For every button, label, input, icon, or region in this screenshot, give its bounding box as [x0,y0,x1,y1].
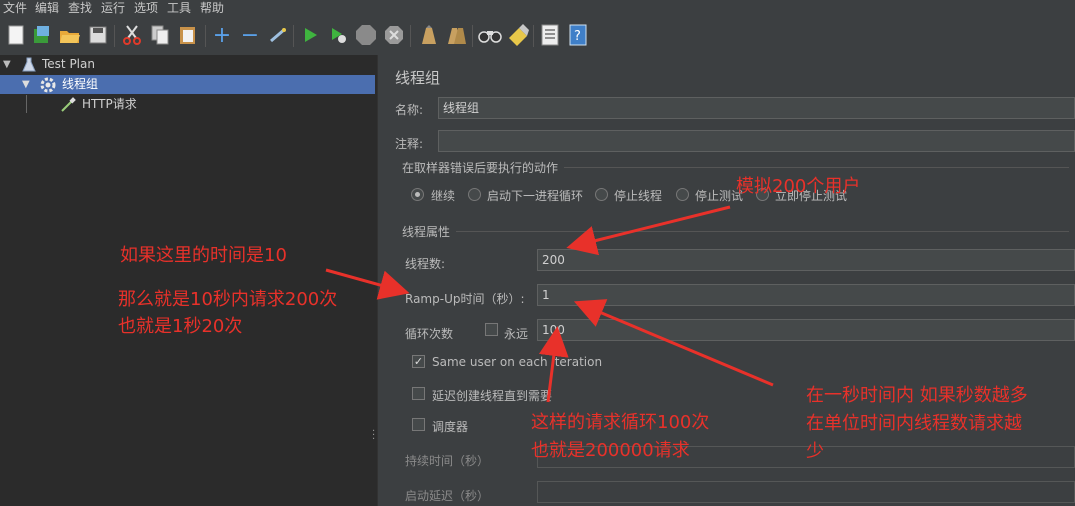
comment-field[interactable] [438,130,1075,152]
open-icon[interactable] [58,23,82,47]
loop-label: 循环次数 [405,327,454,341]
thread-props-title: 线程属性 [402,225,451,239]
name-label: 名称: [395,103,424,117]
annotation-if-time: 如果这里的时间是10 [120,245,287,266]
templates-icon[interactable] [30,23,54,47]
new-icon[interactable] [4,23,28,47]
forever-checkbox[interactable] [485,323,498,336]
toolbar-separator [114,25,115,47]
radio-label: 继续 [431,189,456,203]
chevron-down-icon[interactable]: ▼ [22,75,30,94]
save-icon[interactable] [86,23,110,47]
start-no-pause-icon[interactable] [326,23,350,47]
toolbar-separator [293,25,294,47]
duration-label: 持续时间（秒） [405,454,490,468]
clear-icon[interactable] [416,23,440,47]
group-divider [564,167,1069,168]
group-divider [456,231,1069,232]
same-user-label: Same user on each iteration [432,355,603,369]
startup-delay-field[interactable] [537,481,1075,503]
toolbar-separator [205,25,206,47]
shutdown-icon[interactable] [382,23,406,47]
chevron-down-icon[interactable]: ▼ [3,55,11,74]
reset-search-icon[interactable] [506,23,530,47]
cut-icon[interactable] [120,23,144,47]
menu-search[interactable]: 查找 [68,0,92,17]
tree-item-test-plan[interactable]: ▼ Test Plan [0,55,375,74]
function-helper-icon[interactable] [538,23,562,47]
threads-field[interactable]: 200 [537,249,1075,271]
thread-group-panel: 线程组 名称: 线程组 注释: 在取样器错误后要执行的动作 继续 启动下一进程循… [386,55,1075,506]
same-user-checkbox[interactable]: ✓ [412,355,425,368]
menu-options[interactable]: 选项 [134,0,158,17]
forever-label: 永远 [504,327,529,341]
sampler-pipette-icon [60,97,76,119]
annotation-unit-time: 在单位时间内线程数请求越 [806,413,1022,434]
collapse-icon[interactable]: − [238,23,262,48]
delay-label: 延迟创建线程直到需要 [432,389,553,403]
toolbar-separator [533,25,534,47]
menu-edit[interactable]: 编辑 [35,0,59,17]
annotation-less: 少 [806,441,824,462]
annotation-then-requests: 那么就是10秒内请求200次 [118,289,338,310]
svg-text:?: ? [574,29,581,44]
paste-icon[interactable] [176,23,200,47]
help-icon[interactable]: ? [566,23,590,47]
menu-run[interactable]: 运行 [101,0,125,17]
scheduler-checkbox[interactable] [412,418,425,431]
copy-icon[interactable] [148,23,172,47]
tree-item-http-request[interactable]: HTTP请求 [0,95,375,114]
annotation-loop-requests: 这样的请求循环100次 [531,412,710,433]
loop-count-field[interactable]: 100 [537,319,1075,341]
toolbar-separator [472,25,473,47]
start-icon[interactable] [298,23,322,47]
radio-start-next-loop[interactable] [468,188,481,201]
annotation-total-requests: 也就是200000请求 [531,440,690,461]
stop-icon[interactable] [354,23,378,47]
splitter-handle[interactable]: · · · [372,55,386,506]
radio-label: 启动下一进程循环 [487,189,584,203]
tree-item-thread-group[interactable]: ▼ 线程组 [0,75,375,94]
expand-icon[interactable]: + [210,23,234,48]
radio-label: 停止线程 [614,189,663,203]
rampup-label: Ramp-Up时间（秒）: [405,292,525,306]
menu-tools[interactable]: 工具 [167,0,191,17]
toolbar-separator [410,25,411,47]
startup-delay-label: 启动延迟（秒） [405,489,490,503]
radio-stop-thread[interactable] [595,188,608,201]
menu-help[interactable]: 帮助 [200,0,224,17]
annotation-within-second: 在一秒时间内 如果秒数越多 [806,385,1028,406]
menu-bar: 文件 编辑 查找 运行 选项 工具 帮助 [0,0,1075,17]
annotation-per-second: 也就是1秒20次 [118,316,243,337]
menu-file[interactable]: 文件 [3,0,27,17]
page-title: 线程组 [395,69,441,87]
rampup-field[interactable]: 1 [537,284,1075,306]
toolbar: + − ? [0,17,1075,56]
scheduler-label: 调度器 [432,420,469,434]
tree-item-label: Test Plan [42,57,95,71]
delay-checkbox[interactable] [412,387,425,400]
radio-continue[interactable] [411,188,424,201]
error-action-title: 在取样器错误后要执行的动作 [402,161,559,175]
threads-label: 线程数: [405,257,446,271]
search-icon[interactable] [478,23,502,47]
drag-grip-icon[interactable]: · · · [372,427,375,445]
comment-label: 注释: [395,137,424,151]
test-plan-tree: ▼ Test Plan ▼ 线程组 HTTP请求 [0,55,377,506]
radio-stop-test[interactable] [676,188,689,201]
clear-all-icon[interactable] [444,23,468,47]
tree-item-label: 线程组 [62,77,99,91]
toggle-icon[interactable] [266,23,290,47]
tree-item-label: HTTP请求 [82,97,137,111]
annotation-simulate-users: 模拟200个用户 [736,176,861,197]
name-field[interactable]: 线程组 [438,97,1075,119]
